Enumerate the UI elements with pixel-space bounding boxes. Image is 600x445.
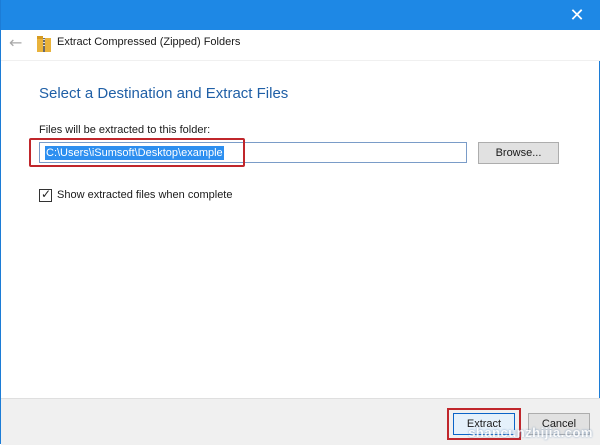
close-icon[interactable]: ✕: [563, 4, 591, 28]
show-files-label[interactable]: Show extracted files when complete: [57, 189, 232, 201]
checkmark-icon: ✓: [41, 187, 52, 201]
extract-dialog: ✕ ← Extract Compressed (Zipped) Folders …: [0, 0, 600, 445]
destination-label: Files will be extracted to this folder:: [39, 124, 211, 136]
path-highlight-box: [29, 138, 245, 167]
window-title: Extract Compressed (Zipped) Folders: [57, 36, 241, 48]
watermark-text: shancunzhijia.com: [468, 425, 593, 440]
zip-folder-icon: [37, 36, 51, 52]
browse-button[interactable]: Browse...: [478, 142, 559, 164]
show-files-checkbox[interactable]: ✓: [39, 187, 52, 202]
back-arrow-icon[interactable]: ←: [9, 33, 29, 53]
page-heading: Select a Destination and Extract Files: [39, 85, 289, 102]
